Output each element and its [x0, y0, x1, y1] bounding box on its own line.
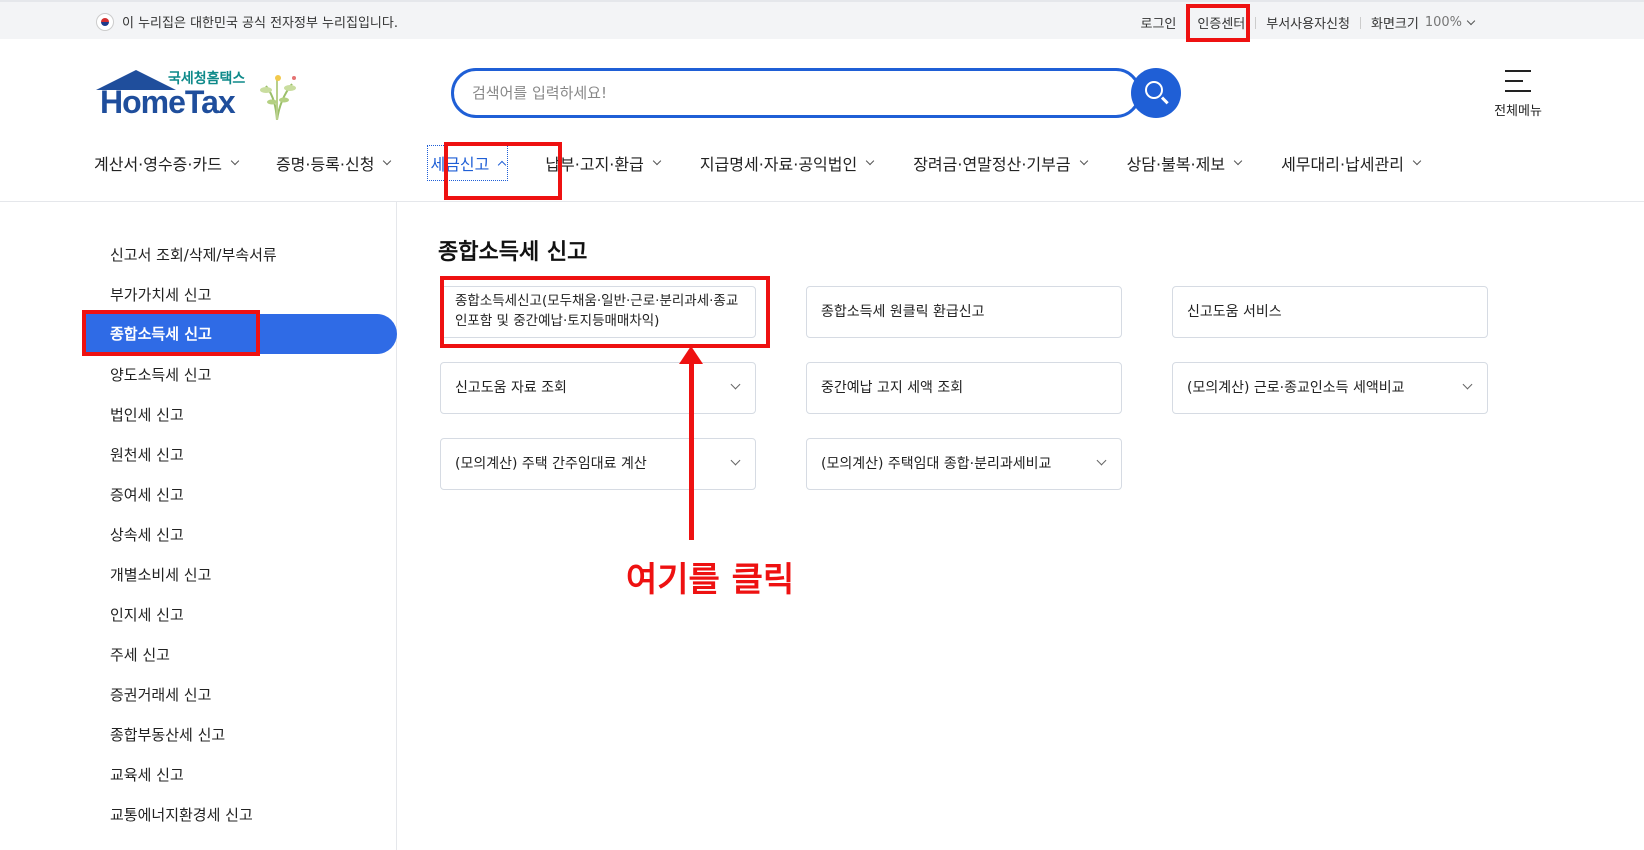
gnb-payment[interactable]: 납부·고지·환급 — [545, 148, 662, 178]
gnb-label: 상담·불복·제보 — [1126, 155, 1226, 174]
chevron-down-icon — [865, 156, 875, 166]
hamburger-icon — [1505, 70, 1531, 92]
arrow-shaft — [689, 360, 694, 540]
search-box — [451, 68, 1141, 118]
search-input[interactable] — [454, 71, 1054, 115]
highlight-income-tax-card — [440, 276, 770, 348]
sidebar-item-gift[interactable]: 증여세 신고 — [110, 484, 184, 505]
card-interim-tax[interactable]: 중간예납 고지 세액 조회 — [806, 362, 1122, 414]
dept-user-link[interactable]: 부서사용자신청 — [1256, 13, 1360, 32]
gnb-label: 장려금·연말정산·기부금 — [913, 155, 1071, 174]
gov-notice-text: 이 누리집은 대한민국 공식 전자정부 누리집입니다. — [122, 16, 398, 31]
all-menu-button[interactable]: 전체메뉴 — [1478, 68, 1558, 119]
sidebar-item-securities[interactable]: 증권거래세 신고 — [110, 684, 211, 705]
highlight-income-tax-sidebar — [82, 310, 260, 356]
card-label: 중간예납 고지 세액 조회 — [821, 379, 964, 396]
chevron-down-icon — [1466, 16, 1476, 25]
sidebar-item-liquor[interactable]: 주세 신고 — [110, 644, 170, 665]
gnb-invoice[interactable]: 계산서·영수증·카드 — [94, 148, 240, 178]
click-here-note: 여기를 클릭 — [626, 560, 795, 600]
zoom-control[interactable]: 화면크기 100% — [1361, 13, 1476, 32]
gnb-incentive[interactable]: 장려금·연말정산·기부금 — [913, 148, 1088, 178]
card-label: (모의계산) 주택임대 종합·분리과세비교 — [821, 455, 1052, 472]
sidebar-item-report-inquiry[interactable]: 신고서 조회/삭제/부속서류 — [110, 244, 277, 265]
card-help-data[interactable]: 신고도움 자료 조회 — [440, 362, 756, 414]
gnb-label: 세무대리·납세관리 — [1281, 155, 1404, 174]
chevron-down-icon — [1079, 156, 1088, 166]
sidebar-item-education[interactable]: 교육세 신고 — [110, 764, 184, 785]
gnb-label: 증명·등록·신청 — [275, 155, 375, 174]
card-one-click-refund[interactable]: 종합소득세 원클릭 환급신고 — [806, 286, 1122, 338]
chevron-down-icon — [1412, 156, 1422, 166]
gnb-label: 지급명세·자료·공익법인 — [699, 155, 858, 174]
search-button[interactable] — [1131, 68, 1181, 118]
chevron-down-icon — [1233, 156, 1243, 166]
main-nav: 계산서·영수증·카드 증명·등록·신청 세금신고 납부·고지·환급 지급명세·자… — [94, 145, 1422, 192]
card-simulation-deemed-rent[interactable]: (모의계산) 주택 간주임대료 계산 — [440, 438, 756, 490]
search-icon — [1145, 81, 1163, 99]
login-link[interactable]: 로그인 — [1131, 13, 1187, 32]
chevron-down-icon — [230, 156, 240, 166]
sidebar: 신고서 조회/삭제/부속서류 부가가치세 신고 종합소득세 신고 양도소득세 신… — [0, 202, 397, 850]
card-simulation-earned-income[interactable]: (모의계산) 근로·종교인소득 세액비교 — [1172, 362, 1488, 414]
card-label: (모의계산) 근로·종교인소득 세액비교 — [1187, 379, 1405, 396]
chevron-down-icon — [730, 455, 741, 466]
chevron-down-icon — [1096, 455, 1107, 466]
highlight-login — [1186, 4, 1250, 42]
card-simulation-rental-income[interactable]: (모의계산) 주택임대 종합·분리과세비교 — [806, 438, 1122, 490]
sidebar-item-vat[interactable]: 부가가치세 신고 — [110, 284, 211, 305]
all-menu-label: 전체메뉴 — [1494, 104, 1542, 119]
hometax-logo[interactable]: HomeTax 국세청홈택스 — [94, 66, 314, 124]
sidebar-item-transport[interactable]: 교통에너지환경세 신고 — [110, 804, 253, 825]
gnb-label: 계산서·영수증·카드 — [94, 155, 222, 174]
sidebar-item-property[interactable]: 종합부동산세 신고 — [110, 724, 225, 745]
gnb-statement[interactable]: 지급명세·자료·공익법인 — [699, 148, 875, 178]
page-title: 종합소득세 신고 — [438, 240, 588, 265]
sidebar-item-stamp[interactable]: 인지세 신고 — [110, 604, 184, 625]
chevron-down-icon — [730, 379, 741, 390]
sidebar-item-withholding[interactable]: 원천세 신고 — [110, 444, 184, 465]
gnb-certificate[interactable]: 증명·등록·신청 — [275, 148, 392, 178]
plant-illustration-icon — [260, 75, 296, 120]
card-filing-help[interactable]: 신고도움 서비스 — [1172, 286, 1488, 338]
chevron-down-icon — [383, 156, 392, 166]
card-label: 신고도움 서비스 — [1187, 303, 1282, 320]
sidebar-item-excise[interactable]: 개별소비세 신고 — [110, 564, 211, 585]
card-label: (모의계산) 주택 간주임대료 계산 — [455, 455, 647, 472]
gnb-tax-agent[interactable]: 세무대리·납세관리 — [1281, 148, 1422, 178]
card-label: 신고도움 자료 조회 — [455, 379, 567, 396]
util-links: 로그인 인증센터 부서사용자신청 화면크기 100% — [1131, 13, 1476, 32]
logo-wordmark: HomeTax — [100, 84, 236, 120]
top-utility-bar: 이 누리집은 대한민국 공식 전자정부 누리집입니다. 로그인 인증센터 부서사… — [0, 0, 1644, 39]
chevron-down-icon — [652, 156, 662, 166]
chevron-down-icon — [1462, 379, 1473, 390]
zoom-label: 화면크기 — [1370, 17, 1419, 32]
sidebar-item-capital-gains[interactable]: 양도소득세 신고 — [110, 364, 211, 385]
korea-flag-icon — [96, 12, 114, 31]
zoom-value: 100% — [1424, 15, 1462, 30]
gov-notice: 이 누리집은 대한민국 공식 전자정부 누리집입니다. — [96, 12, 398, 31]
highlight-tax-filing-tab — [444, 142, 562, 200]
sidebar-item-inheritance[interactable]: 상속세 신고 — [110, 524, 184, 545]
gnb-consult[interactable]: 상담·불복·제보 — [1126, 148, 1243, 178]
logo-korean: 국세청홈택스 — [168, 71, 246, 87]
sidebar-item-corporate[interactable]: 법인세 신고 — [110, 404, 184, 425]
card-label: 종합소득세 원클릭 환급신고 — [821, 303, 985, 320]
